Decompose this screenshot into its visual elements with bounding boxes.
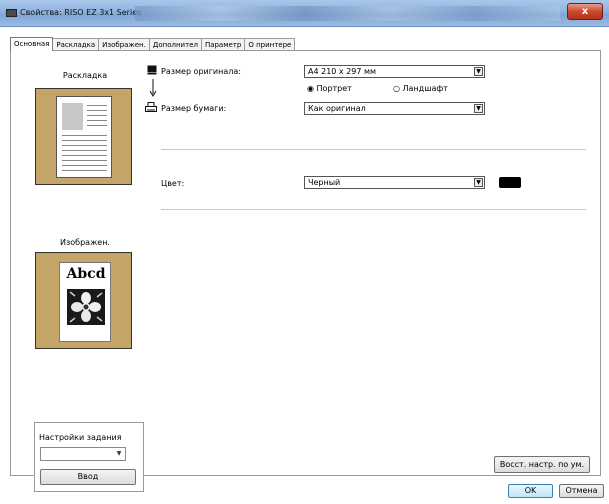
layout-preview xyxy=(35,88,132,185)
text-line xyxy=(62,160,107,161)
job-settings-label: Настройки задания xyxy=(39,433,122,442)
original-size-label: Размер оригинала: xyxy=(161,67,241,76)
image-placeholder xyxy=(62,103,83,130)
text-line xyxy=(62,170,107,171)
paper-size-label: Размер бумаги: xyxy=(161,104,227,113)
job-settings-select[interactable]: ▼ xyxy=(40,447,126,461)
text-line xyxy=(87,115,107,116)
separator xyxy=(161,209,586,210)
title-bar-background xyxy=(135,6,560,21)
tab-panel-basic: Раскладка Изображен. Abcd Настройки зада… xyxy=(10,50,601,492)
image-sample-card: Abcd xyxy=(59,262,111,342)
down-arrow-icon xyxy=(149,79,157,97)
chevron-down-icon: ▼ xyxy=(474,178,483,187)
radio-selected-icon: ◉ xyxy=(307,84,314,93)
title-bar: Свойства: RISO EZ 3x1 Series x xyxy=(0,0,609,27)
restore-defaults-button[interactable]: Восст. настр. по ум. xyxy=(494,456,590,473)
color-select[interactable]: Черный ▼ xyxy=(304,176,485,189)
paper-size-value: Как оригинал xyxy=(308,104,366,113)
color-value: Черный xyxy=(308,178,341,187)
window-title: Свойства: RISO EZ 3x1 Series xyxy=(20,8,142,17)
text-line xyxy=(62,145,107,146)
scanner-icon xyxy=(147,65,157,75)
close-button[interactable]: x xyxy=(567,3,603,20)
chevron-down-icon: ▼ xyxy=(116,450,122,457)
text-line xyxy=(62,165,107,166)
portrait-label: Портрет xyxy=(316,84,352,93)
ok-button[interactable]: OK xyxy=(508,484,553,498)
text-line xyxy=(87,105,107,106)
text-line xyxy=(87,125,107,126)
text-line xyxy=(62,135,107,136)
radio-unselected-icon: ○ xyxy=(393,84,400,93)
flower-icon xyxy=(67,289,105,325)
printer-app-icon xyxy=(6,9,17,17)
tab-basic[interactable]: Основная xyxy=(10,37,54,51)
dialog-body: Основная Раскладка Изображен. Дополнител… xyxy=(0,27,609,504)
job-settings-group: Настройки задания ▼ Ввод xyxy=(34,422,144,492)
landscape-radio[interactable]: ○ Ландшафт xyxy=(393,84,448,93)
color-swatch xyxy=(499,177,521,188)
paper-preview xyxy=(56,96,112,178)
text-line xyxy=(62,140,107,141)
text-line xyxy=(87,110,107,111)
layout-preview-label: Раскладка xyxy=(62,71,108,80)
color-label: Цвет: xyxy=(161,179,185,188)
image-sample-text: Abcd xyxy=(66,266,106,282)
printer-icon xyxy=(145,102,157,113)
separator xyxy=(161,149,586,150)
original-size-value: A4 210 x 297 мм xyxy=(308,67,377,76)
tab-strip: Основная Раскладка Изображен. Дополнител… xyxy=(10,37,296,51)
cancel-button[interactable]: Отмена xyxy=(559,484,604,498)
chevron-down-icon: ▼ xyxy=(474,104,483,113)
paper-size-select[interactable]: Как оригинал ▼ xyxy=(304,102,485,115)
image-preview-label: Изображен. xyxy=(60,238,110,247)
text-line xyxy=(87,120,107,121)
image-preview: Abcd xyxy=(35,252,132,349)
text-line xyxy=(62,155,107,156)
enter-button[interactable]: Ввод xyxy=(40,469,136,485)
text-line xyxy=(62,150,107,151)
chevron-down-icon: ▼ xyxy=(474,67,483,76)
landscape-label: Ландшафт xyxy=(402,84,448,93)
portrait-radio[interactable]: ◉ Портрет xyxy=(307,84,352,93)
original-size-select[interactable]: A4 210 x 297 мм ▼ xyxy=(304,65,485,78)
